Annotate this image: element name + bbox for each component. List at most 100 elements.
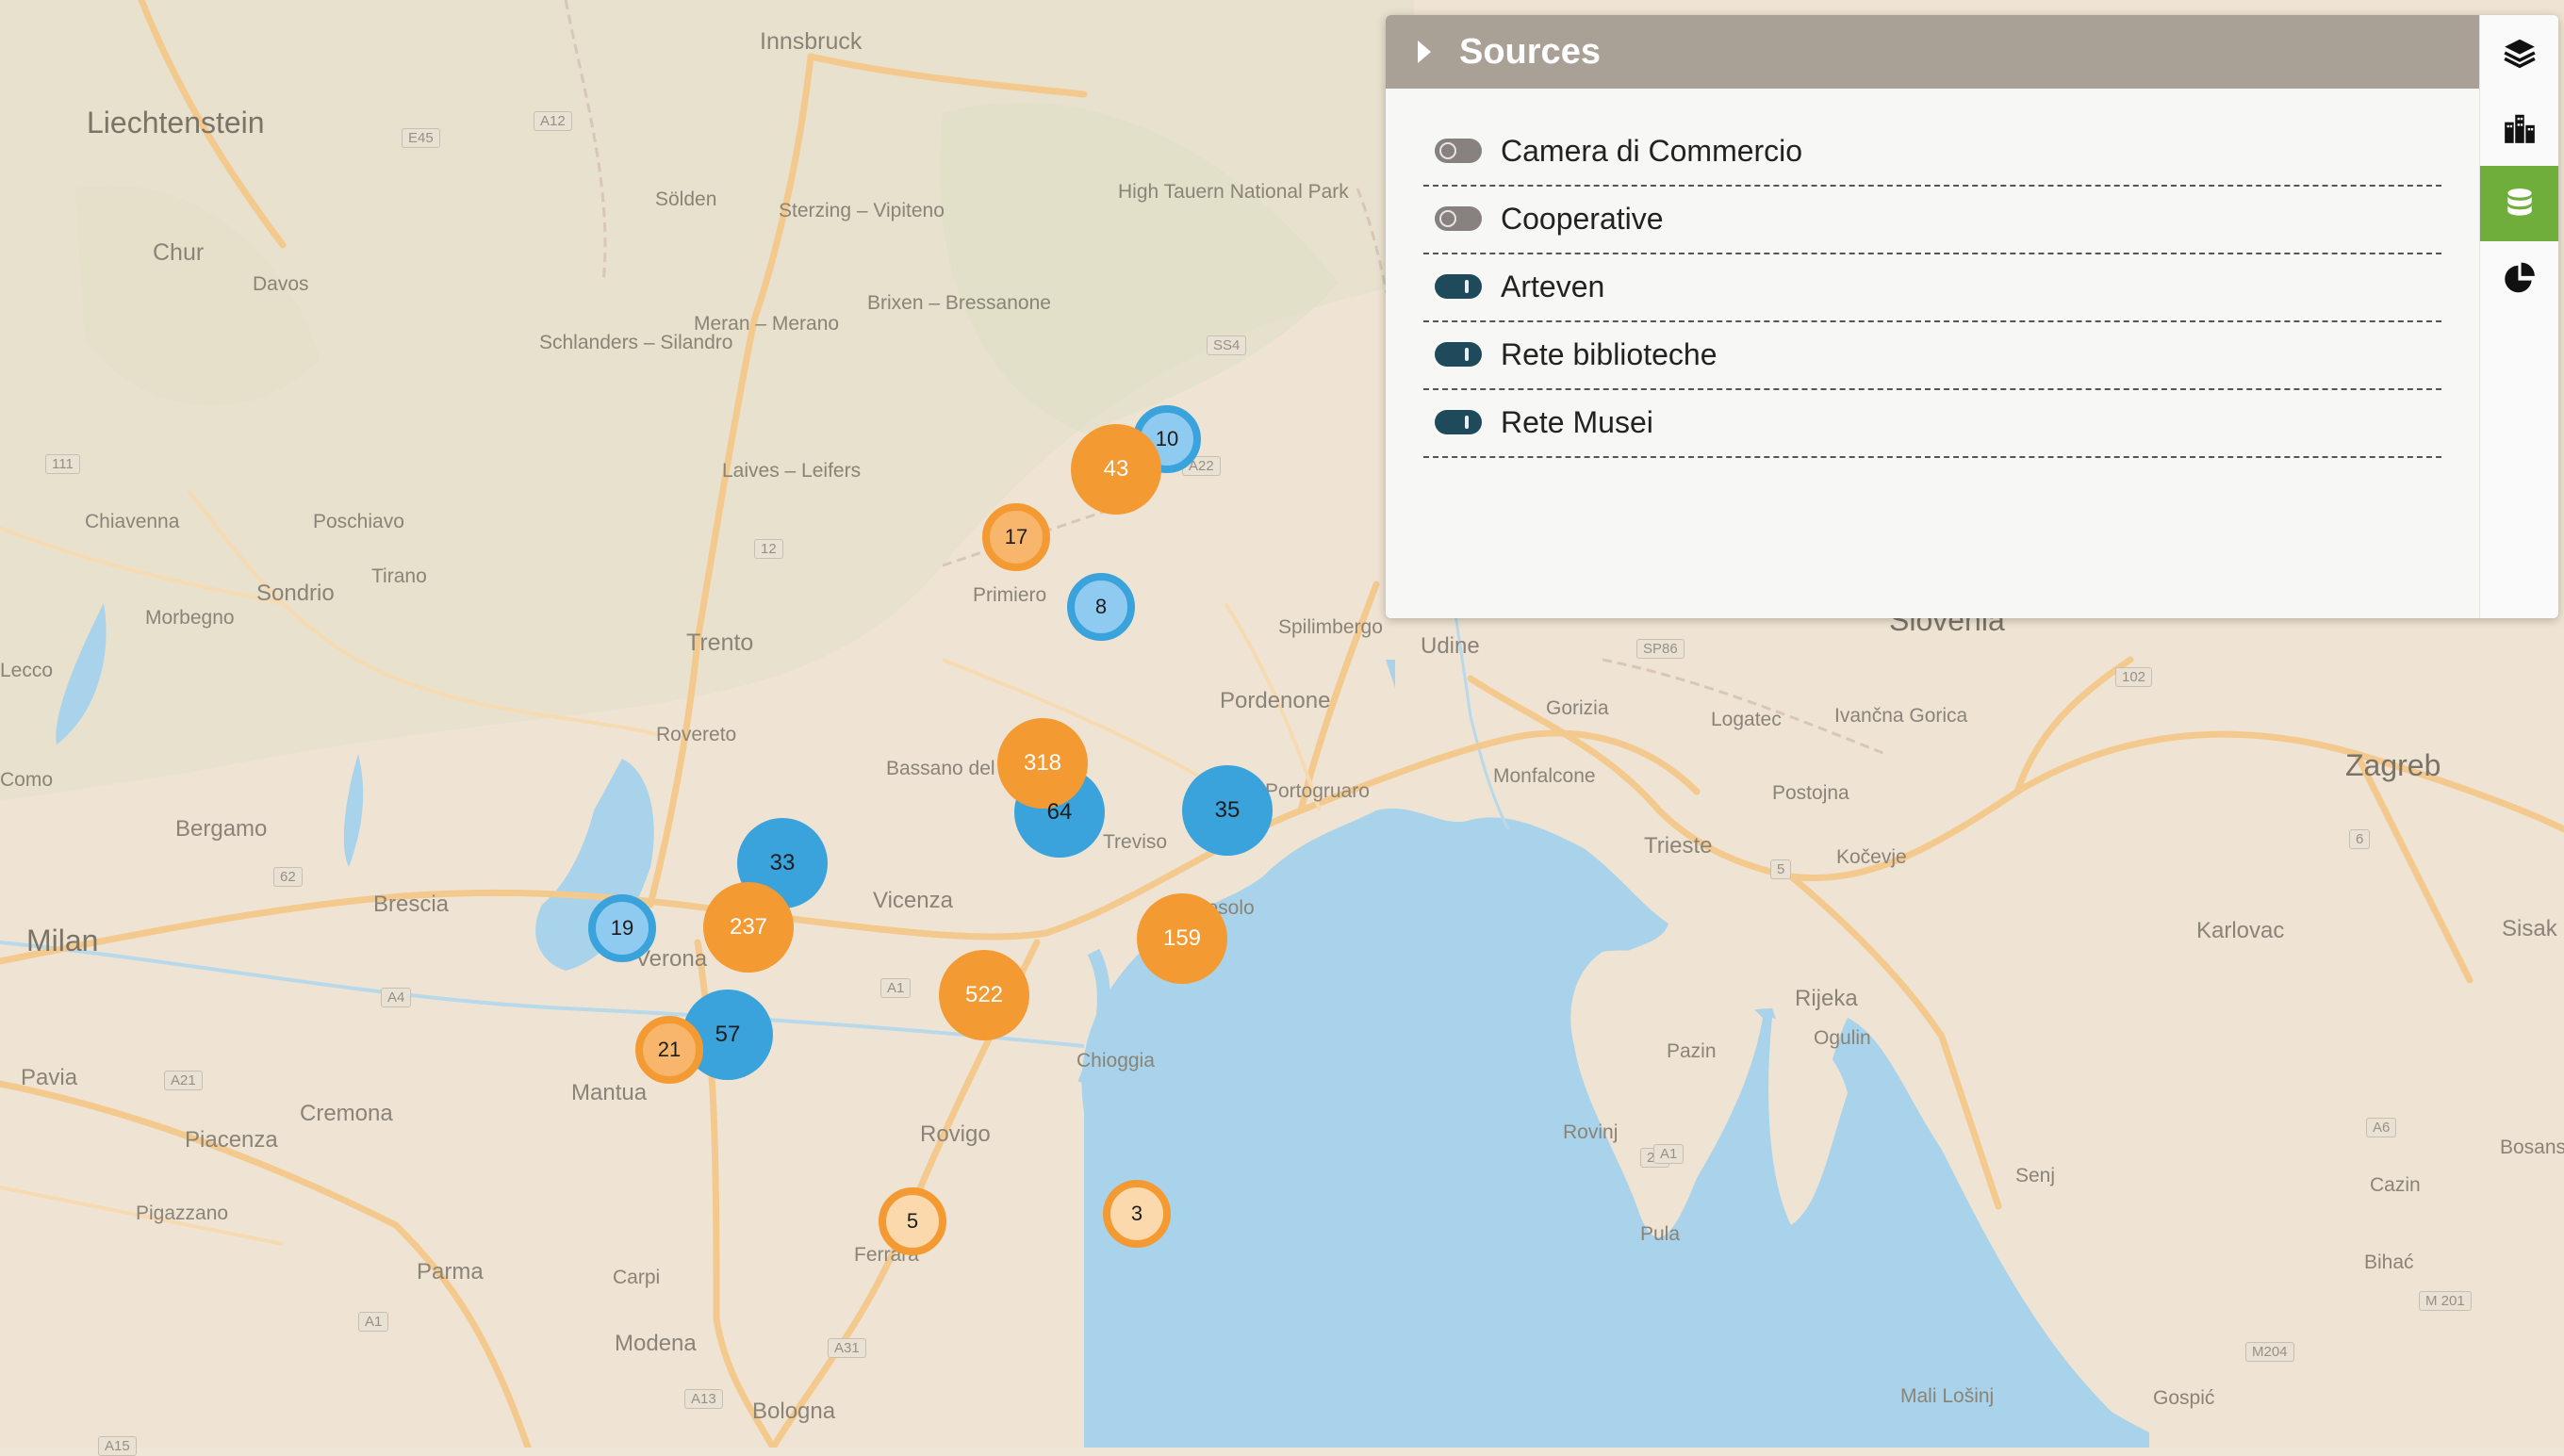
cluster-count: 64 [1046, 799, 1073, 825]
road-number-shield: A31 [828, 1338, 866, 1358]
map-cluster-marker[interactable]: 8 [1067, 573, 1135, 641]
road-number-shield: A1 [358, 1312, 389, 1332]
toggle-knob [1465, 416, 1469, 429]
source-row[interactable]: Arteven [1423, 253, 2441, 322]
map-place-label: Postojna [1772, 782, 1849, 804]
map-place-label: Cazin [2370, 1174, 2421, 1196]
map-place-label: Trieste [1644, 833, 1713, 859]
tab-pie-chart[interactable] [2480, 241, 2558, 317]
map-place-label: Innsbruck [760, 28, 863, 55]
tab-database[interactable] [2480, 166, 2558, 241]
road-number-shield: 5 [1770, 859, 1792, 879]
map-place-label: Bologna [752, 1399, 836, 1424]
source-label: Rete biblioteche [1501, 336, 1718, 371]
map-cluster-marker[interactable]: 522 [939, 950, 1029, 1040]
source-toggle[interactable] [1435, 274, 1482, 299]
map-cluster-marker[interactable]: 19 [588, 894, 656, 962]
map-place-label: Ogulin [1814, 1027, 1871, 1049]
map-place-label: Poschiavo [313, 511, 404, 532]
map-place-label: Gorizia [1546, 697, 1609, 719]
map-place-label: Pavia [21, 1065, 78, 1090]
map-place-label: Sölden [655, 188, 717, 210]
map-cluster-marker[interactable]: 43 [1071, 424, 1161, 515]
road-number-shield: M204 [2245, 1342, 2294, 1362]
map-cluster-marker[interactable]: 17 [982, 503, 1050, 571]
map-place-label: Mali Lošinj [1900, 1385, 1995, 1407]
source-label: Cooperative [1501, 201, 1664, 236]
cluster-count: 318 [1023, 750, 1062, 776]
map-cluster-marker[interactable]: 35 [1182, 765, 1273, 856]
road-number-shield: A1 [880, 978, 912, 998]
source-toggle[interactable] [1435, 206, 1482, 231]
map-place-label: Bosanski [2500, 1137, 2564, 1158]
map-cluster-marker[interactable]: 237 [703, 882, 794, 973]
caret-right-icon[interactable] [1418, 41, 1431, 63]
panel-tab-rail [2479, 15, 2558, 618]
map-place-label: Ivančna Gorica [1834, 705, 1968, 727]
map-place-label: Tirano [371, 565, 427, 587]
map-place-label: Morbegno [145, 607, 235, 629]
map-place-label: Portogruaro [1265, 780, 1370, 802]
map-cluster-marker[interactable]: 21 [635, 1016, 703, 1084]
source-toggle[interactable] [1435, 139, 1482, 163]
road-number-shield: 111 [45, 454, 80, 474]
source-row[interactable]: Rete Musei [1423, 388, 2441, 458]
road-number-shield: A21 [164, 1071, 203, 1090]
cluster-count: 33 [769, 850, 796, 875]
cluster-count: 522 [964, 982, 1004, 1007]
tab-layers[interactable] [2480, 15, 2558, 90]
map-place-label: Karlovac [2196, 918, 2285, 943]
map-place-label: Udine [1421, 633, 1480, 659]
map-place-label: Chur [153, 239, 205, 266]
map-place-label: Liechtenstein [87, 106, 265, 139]
map-place-label: Mantua [571, 1080, 648, 1105]
sources-list: Camera di Commercio Cooperative Arteven Ret… [1386, 89, 2479, 618]
map-place-label: Rovereto [656, 724, 737, 745]
road-number-shield: SS4 [1207, 335, 1247, 355]
map-cluster-marker[interactable]: 3 [1103, 1180, 1171, 1248]
map-place-label: Pigazzano [136, 1202, 229, 1224]
map-place-label: Senj [2015, 1165, 2056, 1186]
map-place-label: Carpi [613, 1267, 661, 1288]
source-label: Arteven [1501, 269, 1605, 303]
cluster-count: 3 [1130, 1202, 1143, 1225]
source-toggle[interactable] [1435, 410, 1482, 434]
map-place-label: Sondrio [256, 581, 335, 606]
sources-panel: Sources Camera di Commercio Cooperative Ar… [1386, 15, 2558, 618]
map-place-label: Davos [253, 273, 309, 295]
road-number-shield: A12 [534, 111, 572, 131]
map-place-label: Bergamo [175, 816, 268, 842]
map-place-label: Parma [417, 1259, 484, 1284]
map-place-label: Treviso [1103, 831, 1168, 853]
map-place-label: Bihać [2364, 1252, 2414, 1273]
source-toggle[interactable] [1435, 342, 1482, 367]
road-number-shield: A4 [381, 988, 412, 1007]
map-place-label: Sisak [2502, 916, 2557, 941]
source-row[interactable]: Rete biblioteche [1423, 320, 2441, 390]
map-place-label: Como [0, 769, 54, 791]
tab-buildings[interactable] [2480, 90, 2558, 166]
toggle-knob [1465, 280, 1469, 293]
map-place-label: Meran – Merano [694, 313, 840, 335]
map-place-label: Brescia [373, 892, 450, 917]
cluster-count: 10 [1155, 427, 1179, 450]
map-place-label: Cremona [300, 1101, 393, 1126]
map-cluster-marker[interactable]: 318 [997, 718, 1088, 809]
source-row[interactable]: Camera di Commercio [1423, 117, 2441, 187]
database-icon [2502, 186, 2538, 221]
source-label: Camera di Commercio [1501, 133, 1803, 168]
sources-panel-header[interactable]: Sources [1386, 15, 2479, 89]
map-place-label: Chiavenna [85, 511, 180, 532]
map-place-label: Lecco [0, 660, 54, 681]
map-place-label: Zagreb [2345, 748, 2441, 782]
map-place-label: Modena [615, 1331, 697, 1356]
map-place-label: Kočevje [1836, 846, 1907, 868]
cluster-count: 43 [1103, 456, 1129, 482]
map-cluster-marker[interactable]: 159 [1137, 893, 1227, 984]
map-cluster-marker[interactable]: 5 [879, 1187, 946, 1255]
cluster-count: 17 [1004, 525, 1028, 548]
road-number-shield: A13 [684, 1389, 723, 1409]
source-row[interactable]: Cooperative [1423, 185, 2441, 254]
map-place-label: Pula [1640, 1223, 1681, 1245]
panel-title: Sources [1459, 31, 1601, 72]
